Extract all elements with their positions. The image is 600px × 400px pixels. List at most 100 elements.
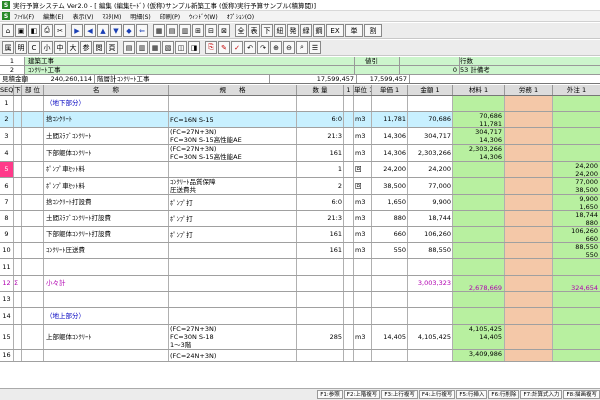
tool-grid-icon-3[interactable]: ⊞ bbox=[192, 24, 204, 37]
menu-item-7[interactable]: ｵﾌﾟｼｮﾝ(O) bbox=[227, 12, 254, 21]
row-labor[interactable] bbox=[505, 128, 553, 144]
row-material[interactable] bbox=[453, 243, 505, 258]
tool2-red-icon-1[interactable]: ✎ bbox=[218, 41, 230, 54]
row-part[interactable] bbox=[22, 276, 44, 291]
row-qty[interactable]: 21:3 bbox=[297, 128, 344, 144]
row-material[interactable] bbox=[453, 211, 505, 226]
row-name[interactable]: 捨ｺﾝｸﾘｰﾄ bbox=[44, 112, 169, 127]
menu-item-3[interactable]: ﾏｽﾀ(M) bbox=[102, 12, 121, 21]
tool-arrow-0[interactable]: ▶ bbox=[71, 24, 83, 37]
row-down-flag[interactable] bbox=[14, 227, 22, 242]
row-amount[interactable] bbox=[408, 259, 453, 275]
tool2-label-0[interactable]: 属 bbox=[2, 41, 14, 54]
row-unit-price[interactable] bbox=[372, 96, 408, 111]
row-seq[interactable]: 9 bbox=[0, 227, 14, 242]
row-part[interactable] bbox=[22, 162, 44, 177]
tool-label-8[interactable]: 単 bbox=[345, 24, 363, 37]
row-qty[interactable] bbox=[297, 292, 344, 307]
row-seq[interactable]: 13 bbox=[0, 292, 14, 307]
table-row[interactable]: 11 bbox=[0, 259, 600, 276]
row-labor[interactable] bbox=[505, 178, 553, 194]
row-down-flag[interactable] bbox=[14, 145, 22, 161]
row-amount[interactable]: 2,303,266 bbox=[408, 145, 453, 161]
row-outsource[interactable]: 24,200 24,200 bbox=[553, 162, 600, 177]
column-header-11[interactable]: 労務 1 bbox=[505, 85, 553, 95]
row-material[interactable] bbox=[453, 259, 505, 275]
tool-label-5[interactable]: 緑 bbox=[300, 24, 312, 37]
function-key-4[interactable]: F4:上行複写 bbox=[418, 390, 456, 399]
table-row[interactable]: 13 bbox=[0, 292, 600, 308]
row-name[interactable]: ﾎﾟﾝﾌﾟ車ｾｯﾄ料 bbox=[44, 178, 169, 194]
row-outsource[interactable] bbox=[553, 259, 600, 275]
row-amount[interactable]: 24,200 bbox=[408, 162, 453, 177]
row-amount[interactable]: 106,260 bbox=[408, 227, 453, 242]
tool-icon-0[interactable]: ⌂ bbox=[2, 24, 14, 37]
row-outsource[interactable] bbox=[553, 112, 600, 127]
row-unit-price[interactable]: 14,306 bbox=[372, 145, 408, 161]
tool-icon-1[interactable]: ▣ bbox=[15, 24, 27, 37]
row-name[interactable]: ｺﾝｸﾘｰﾄ圧送費 bbox=[44, 243, 169, 258]
row-seq[interactable]: 12 bbox=[0, 276, 14, 291]
tool-label-9[interactable]: 割 bbox=[364, 24, 382, 37]
row-unit[interactable]: m3 bbox=[354, 145, 372, 161]
row-down-flag[interactable] bbox=[14, 162, 22, 177]
row-qty[interactable]: 1 bbox=[297, 162, 344, 177]
row-material[interactable]: 2,303,266 14,306 bbox=[453, 145, 505, 161]
row-part[interactable] bbox=[22, 227, 44, 242]
row-qty[interactable] bbox=[297, 259, 344, 275]
tool2-extra-icon-5[interactable]: ☰ bbox=[309, 41, 321, 54]
column-header-1[interactable]: 下 bbox=[14, 85, 22, 95]
tool2-label-1[interactable]: 明 bbox=[15, 41, 27, 54]
tool-label-6[interactable]: 鋼 bbox=[313, 24, 325, 37]
row-qty[interactable]: 285 bbox=[297, 325, 344, 349]
app-menu-icon[interactable]: S bbox=[2, 12, 10, 20]
row-name[interactable]: 下部躯体ｺﾝｸﾘｰﾄ bbox=[44, 145, 169, 161]
row-unit[interactable]: m3 bbox=[354, 128, 372, 144]
function-key-1[interactable]: F1:参照 bbox=[317, 390, 343, 399]
function-key-7[interactable]: F7:計算式入力 bbox=[520, 390, 563, 399]
row-qty[interactable]: 161 bbox=[297, 243, 344, 258]
row-name[interactable] bbox=[44, 259, 169, 275]
row-part[interactable] bbox=[22, 112, 44, 127]
row-labor[interactable] bbox=[505, 211, 553, 226]
row-name[interactable] bbox=[44, 292, 169, 307]
row-unit[interactable]: m3 bbox=[354, 243, 372, 258]
column-header-7[interactable]: 単位 1 bbox=[354, 85, 372, 95]
tool2-label-4[interactable]: 中 bbox=[54, 41, 66, 54]
row-down-flag[interactable] bbox=[14, 325, 22, 349]
row-material[interactable] bbox=[453, 292, 505, 307]
row-labor[interactable] bbox=[505, 96, 553, 111]
row-material[interactable] bbox=[453, 195, 505, 210]
tool2-label-5[interactable]: 大 bbox=[67, 41, 79, 54]
row-unit[interactable]: 回 bbox=[354, 162, 372, 177]
row-outsource[interactable] bbox=[553, 128, 600, 144]
row-seq[interactable]: 14 bbox=[0, 308, 14, 324]
row-down-flag[interactable] bbox=[14, 128, 22, 144]
row-outsource[interactable]: 77,000 38,500 bbox=[553, 178, 600, 194]
table-row[interactable]: 1 （地下部分） bbox=[0, 96, 600, 112]
tool-grid-icon-5[interactable]: ⊠ bbox=[218, 24, 230, 37]
tool2-label-6[interactable]: 参 bbox=[80, 41, 92, 54]
row-unit[interactable] bbox=[354, 276, 372, 291]
tool-grid-icon-0[interactable]: ▦ bbox=[153, 24, 165, 37]
row-unit[interactable] bbox=[354, 292, 372, 307]
row-name[interactable]: 土間ｽﾗﾌﾞｺﾝｸﾘｰﾄ bbox=[44, 128, 169, 144]
menu-item-5[interactable]: 印刷(P) bbox=[160, 12, 180, 21]
row-part[interactable] bbox=[22, 325, 44, 349]
row-unit-price[interactable] bbox=[372, 308, 408, 324]
row-spec[interactable]: ﾎﾟﾝﾌﾟ打 bbox=[169, 227, 297, 242]
row-unit[interactable] bbox=[354, 259, 372, 275]
row-spec[interactable]: (FC=27N+3N) FC=30N S-18 1～3階 bbox=[169, 325, 297, 349]
tool2-extra-icon-1[interactable]: ↷ bbox=[257, 41, 269, 54]
tool2-icon-3[interactable]: ▧ bbox=[162, 41, 174, 54]
row-part[interactable] bbox=[22, 211, 44, 226]
column-header-5[interactable]: 数 量 bbox=[297, 85, 344, 95]
row-labor[interactable] bbox=[505, 243, 553, 258]
row-spec[interactable]: ﾎﾟﾝﾌﾟ打 bbox=[169, 195, 297, 210]
row-qty[interactable] bbox=[297, 276, 344, 291]
row-spec[interactable] bbox=[169, 243, 297, 258]
row-amount[interactable]: 88,550 bbox=[408, 243, 453, 258]
table-row[interactable]: 3 土間ｽﾗﾌﾞｺﾝｸﾘｰﾄ (FC=27N+3N) FC=30N S-15高性能AE… bbox=[0, 128, 600, 145]
row-part[interactable] bbox=[22, 128, 44, 144]
tool-label-1[interactable]: 表 bbox=[248, 24, 260, 37]
